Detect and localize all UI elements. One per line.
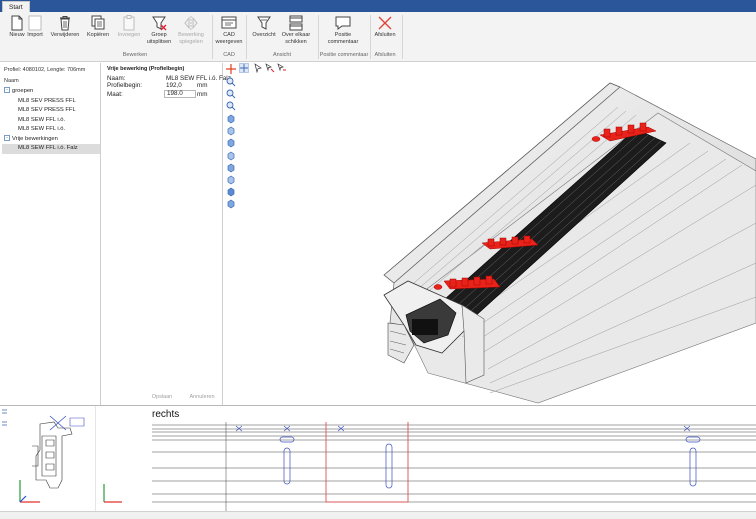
stack-windows-icon <box>279 14 313 32</box>
paste-button[interactable]: Invoegen <box>112 14 146 50</box>
view-cube-iso2-icon[interactable] <box>226 199 236 209</box>
column-header-naam[interactable]: Naam <box>4 78 19 84</box>
position-comment-button[interactable]: Positie commentaar <box>326 14 360 50</box>
view-cube-top-icon[interactable] <box>226 163 236 173</box>
maat-label: Maat: <box>107 91 123 98</box>
cross-section-view <box>19 406 96 512</box>
view-title-rechts: rechts <box>152 409 180 420</box>
tree-node[interactable]: ML8 SEV PRESS FFL <box>2 106 100 116</box>
3d-profile-render <box>383 82 756 404</box>
cad-icon <box>212 14 246 32</box>
tree-node[interactable]: ML8 SEW FFL i.ö. <box>2 116 100 126</box>
import-button[interactable]: Import <box>18 14 52 50</box>
view-cube-bottom-icon[interactable] <box>226 175 236 185</box>
copy-button[interactable]: Kopiëren <box>81 14 115 50</box>
selection-frame <box>325 422 409 503</box>
group-label-positie-commentaar: Positie commentaar <box>319 52 369 58</box>
tree-node[interactable]: ML8 SEW FFL i.ö. <box>2 125 100 135</box>
group-label-cad: CAD <box>223 52 235 58</box>
profielbegin-label: Profielbegin: <box>107 82 143 89</box>
split-group-icon <box>142 14 176 32</box>
bottom-views: rechts <box>0 405 756 512</box>
mirror-button[interactable]: Bewerking spiegelen <box>174 14 208 50</box>
view-cube-left-icon[interactable] <box>226 138 236 148</box>
group-label-afsluiten: Afsluiten <box>374 52 396 58</box>
zoom-in-icon[interactable] <box>226 77 236 87</box>
tree-node-selected[interactable]: ML8 SEW FFL i.ö. Falz <box>2 144 100 154</box>
split-group-button[interactable]: Groep uitsplitsen <box>142 14 176 50</box>
tree-node-groepen[interactable]: - groepen <box>2 87 100 97</box>
zoom-out-icon[interactable] <box>226 89 236 99</box>
cad-button[interactable]: CAD weergeven <box>212 14 246 50</box>
collapse-icon[interactable]: - <box>4 87 10 94</box>
tree-panel: Profiel: 4080102, Lengte: 706mm Naam - gr… <box>0 63 101 405</box>
viewport-top-toolbar <box>238 63 298 73</box>
close-button[interactable]: Afsluiten <box>368 14 402 50</box>
cursor-dimension-icon[interactable] <box>277 63 287 73</box>
tab-start[interactable]: Start <box>2 1 30 12</box>
view-cube-iso-icon[interactable] <box>226 187 236 197</box>
profielbegin-unit: mm <box>197 82 208 89</box>
close-x-icon <box>368 14 402 32</box>
overview-button[interactable]: Overzicht <box>247 14 281 50</box>
tree-node-vrije-bewerkingen[interactable]: - Vrije bewerkingen <box>2 134 100 145</box>
naam-value: ML8 SEW FFL i.ö. Falz <box>166 75 231 82</box>
side-tools <box>2 409 7 426</box>
mirror-icon <box>174 14 208 32</box>
collapse-icon[interactable]: - <box>4 134 10 141</box>
properties-panel: Vrije bewerking (Profielbegin) Naam: ML8… <box>102 63 231 405</box>
stack-windows-button[interactable]: Over elkaar schikken <box>279 14 313 50</box>
comment-icon <box>326 14 360 32</box>
properties-title: Vrije bewerking (Profielbegin) <box>107 66 185 72</box>
copy-icon <box>81 14 115 32</box>
view-cube-right-icon[interactable] <box>226 151 236 161</box>
group-label-bewerken: Bewerken <box>122 52 148 58</box>
view-cube-back-icon[interactable] <box>226 126 236 136</box>
group-label-ansicht: Ansicht <box>272 52 292 58</box>
select-point-icon[interactable] <box>239 63 249 73</box>
naam-label: Naam: <box>107 75 126 82</box>
save-button[interactable]: Opslaan <box>148 393 176 402</box>
tree-node[interactable]: ML8 SEV PRESS FFL <box>2 97 100 107</box>
view-cube-front-icon[interactable] <box>226 114 236 124</box>
tree: - groepen ML8 SEV PRESS FFL ML8 SEV PRESS… <box>2 87 100 154</box>
overview-icon <box>247 14 281 32</box>
delete-button[interactable]: Verwijderen <box>48 14 82 50</box>
crosshair-icon[interactable] <box>226 64 236 74</box>
maat-input[interactable]: 198.0 <box>164 90 196 98</box>
viewport-toolbar <box>224 63 238 223</box>
import-icon <box>18 14 52 32</box>
ribbon-tab-bar: Start <box>0 0 756 12</box>
maat-unit: mm <box>197 91 208 98</box>
cursor-measure-icon[interactable] <box>265 63 275 73</box>
ribbon: Nieuw Import Verwijderen Kopiëren Invoeg… <box>0 12 756 62</box>
cancel-button[interactable]: Annuleren <box>186 393 218 402</box>
group-separator <box>402 15 403 59</box>
cursor-icon[interactable] <box>253 63 263 73</box>
profielbegin-value: 192,0 <box>166 82 182 89</box>
status-bar <box>0 511 756 519</box>
trash-icon <box>48 14 82 32</box>
side-elevation-view[interactable] <box>152 422 756 512</box>
3d-viewport[interactable] <box>238 73 756 405</box>
zoom-window-icon[interactable] <box>226 101 236 111</box>
axis-marker-view <box>103 484 122 503</box>
profile-info: Profiel: 4080102, Lengte: 706mm <box>4 67 86 73</box>
paste-icon <box>112 14 146 32</box>
